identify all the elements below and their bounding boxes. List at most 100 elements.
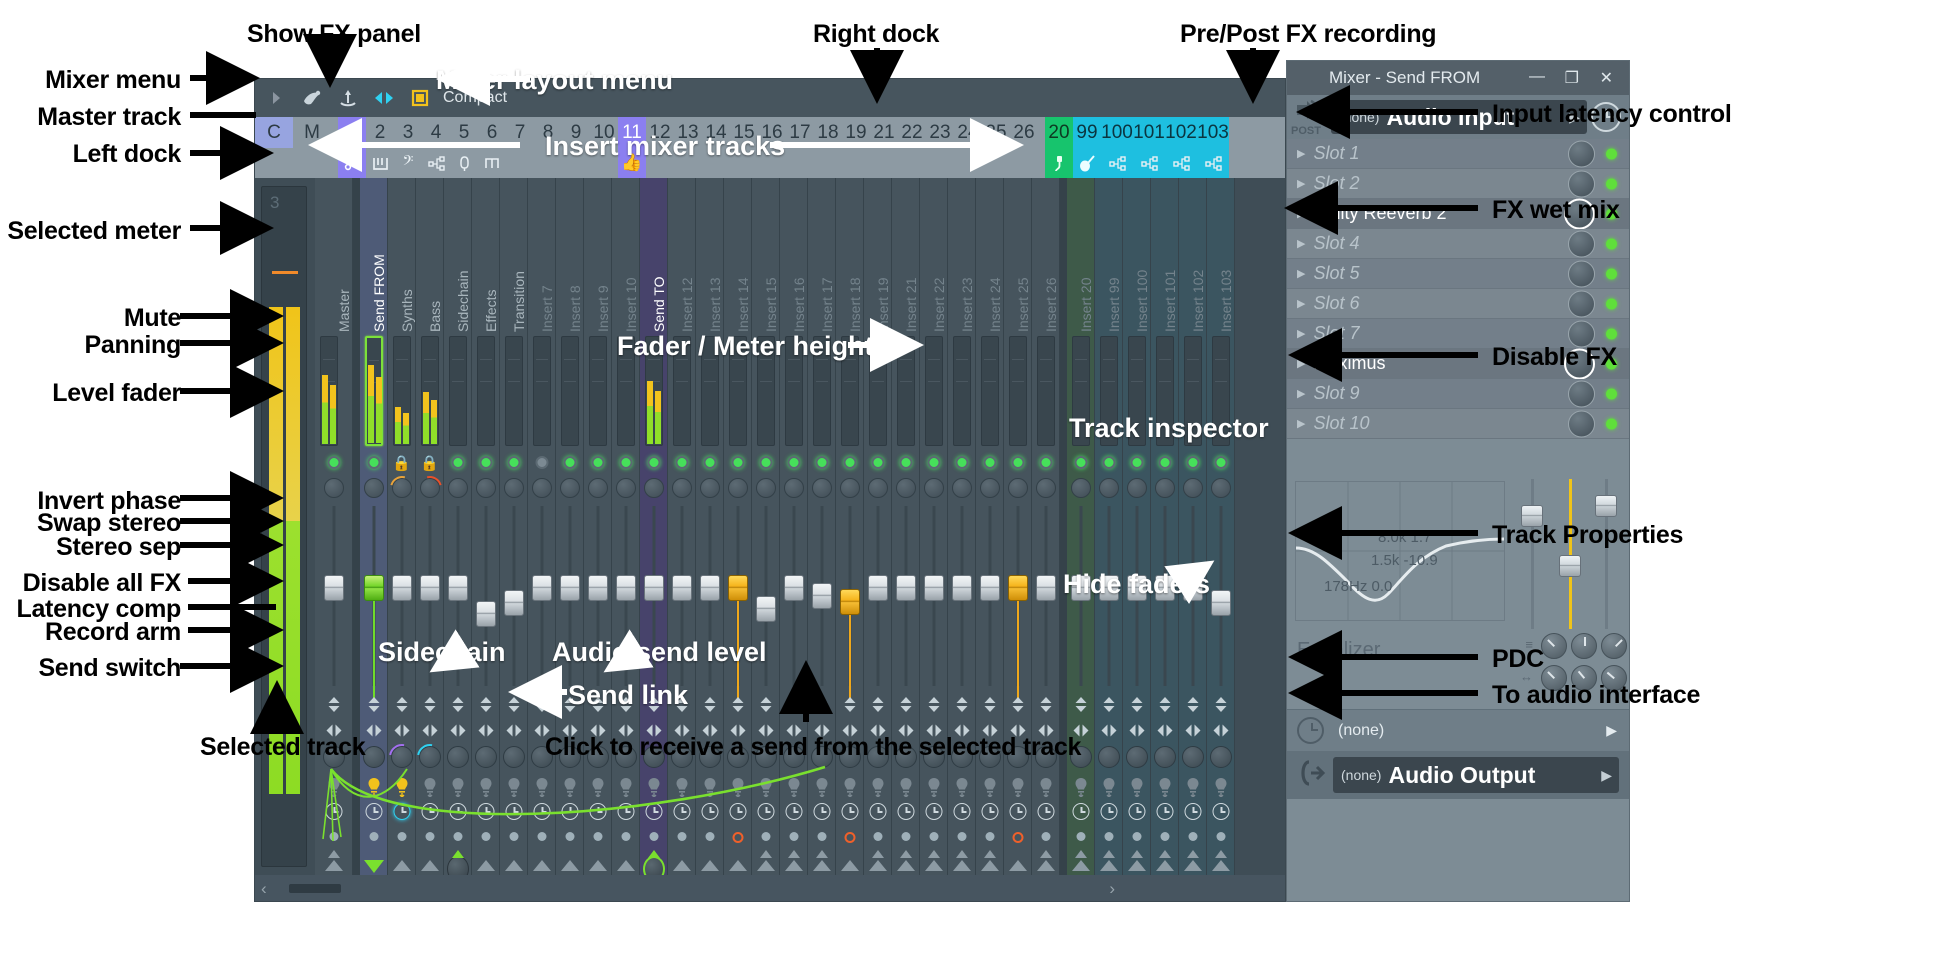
latency-compensation-button[interactable] <box>1128 803 1145 820</box>
send-switch[interactable] <box>505 860 523 871</box>
fx-slot-row[interactable]: ▶Slot 5 <box>1287 259 1629 289</box>
send-switch[interactable] <box>589 860 607 871</box>
send-switch-secondary[interactable] <box>328 850 340 858</box>
track-name[interactable]: Insert 13 <box>696 182 723 332</box>
track-name[interactable]: Insert 15 <box>752 182 779 332</box>
dock-mixer-strip[interactable]: Insert 99 <box>1095 178 1123 875</box>
track-number-23[interactable]: 23 <box>926 117 954 148</box>
panning-knob[interactable] <box>1036 478 1056 498</box>
mute-button[interactable] <box>759 456 772 469</box>
routing-icon[interactable] <box>1133 148 1165 178</box>
swap-stereo-button[interactable] <box>421 723 438 742</box>
invert-phase-button[interactable] <box>954 696 969 717</box>
send-switch-secondary[interactable] <box>1159 850 1171 858</box>
stereo-separation-knob[interactable] <box>1210 746 1232 768</box>
mute-button[interactable] <box>1130 456 1143 469</box>
slot-expand-icon[interactable]: ▶ <box>1297 357 1305 370</box>
invert-phase-button[interactable] <box>702 696 717 717</box>
bass-clef-icon[interactable]: 𝄢 <box>394 148 422 178</box>
mixer-strip[interactable]: Insert 8 <box>556 178 584 875</box>
track-icon-slot[interactable] <box>898 148 926 178</box>
fx-wet-mix-knob[interactable] <box>1568 170 1595 197</box>
level-fader[interactable] <box>532 575 552 601</box>
disable-fx-led[interactable] <box>1606 418 1617 429</box>
send-link-icon[interactable] <box>338 148 366 178</box>
disable-all-fx-button[interactable] <box>478 777 494 802</box>
level-fader[interactable] <box>952 575 972 601</box>
send-switch[interactable] <box>421 860 439 871</box>
slot-expand-icon[interactable]: ▶ <box>1297 297 1305 310</box>
equalizer-curve[interactable]: 178Hz 0.0 1.5k -10.9 8.0k 1.7 <box>1295 481 1505 621</box>
invert-phase-button[interactable] <box>506 696 521 717</box>
disable-all-fx-button[interactable] <box>926 777 942 802</box>
send-switch[interactable] <box>325 860 343 871</box>
panning-knob[interactable] <box>1099 478 1119 498</box>
invert-phase-button[interactable] <box>326 696 341 717</box>
inspector-titlebar[interactable]: Mixer - Send FROM — ❐ ✕ <box>1287 61 1629 95</box>
mixer-horizontal-scrollbar[interactable]: ‹ › <box>255 875 1285 901</box>
stereo-separation-knob[interactable] <box>1098 746 1120 768</box>
track-name[interactable]: Insert 17 <box>808 182 835 332</box>
fx-wet-mix-knob[interactable] <box>1568 140 1595 167</box>
swap-stereo-button[interactable] <box>1156 723 1173 742</box>
invert-phase-button[interactable] <box>1185 696 1200 717</box>
stereo-separation-knob[interactable] <box>363 746 385 768</box>
disable-all-fx-button[interactable] <box>1073 777 1089 802</box>
track-name[interactable]: Insert 14 <box>724 182 751 332</box>
level-fader[interactable] <box>1211 590 1231 616</box>
record-arm-button[interactable] <box>481 832 490 841</box>
level-fader[interactable] <box>588 575 608 601</box>
mute-button[interactable] <box>703 456 716 469</box>
invert-phase-button[interactable] <box>450 696 465 717</box>
track-number-21[interactable]: 21 <box>870 117 898 148</box>
level-fader[interactable] <box>504 590 524 616</box>
mixer-strip[interactable]: Insert 23 <box>948 178 976 875</box>
fx-slot-row[interactable]: ▶Slot 6 <box>1287 289 1629 319</box>
mixer-strip[interactable]: Insert 17 <box>808 178 836 875</box>
fx-slot-row[interactable]: ▶Slot 9 <box>1287 379 1629 409</box>
track-name[interactable]: Insert 23 <box>948 182 975 332</box>
level-fader[interactable] <box>812 583 832 609</box>
track-name[interactable]: Insert 102 <box>1179 182 1206 332</box>
fx-slot-name[interactable]: Slot 1 <box>1313 143 1359 164</box>
latency-compensation-button[interactable] <box>1212 803 1229 820</box>
disable-all-fx-button[interactable] <box>1157 777 1173 802</box>
disable-all-fx-button[interactable] <box>730 777 746 802</box>
track-name[interactable]: Master <box>315 182 352 332</box>
mute-button[interactable] <box>1158 456 1171 469</box>
latency-compensation-button[interactable] <box>589 803 606 820</box>
track-name[interactable]: Insert 16 <box>780 182 807 332</box>
invert-phase-button[interactable] <box>730 696 745 717</box>
track-name[interactable]: Insert 18 <box>836 182 863 332</box>
invert-phase-button[interactable] <box>366 696 381 717</box>
track-name[interactable]: Insert 9 <box>584 182 611 332</box>
send-switch[interactable] <box>785 860 803 871</box>
record-arm-button[interactable] <box>593 832 602 841</box>
eq-fader-handle-3[interactable] <box>1595 495 1617 517</box>
level-fader[interactable] <box>616 575 636 601</box>
disable-all-fx-button[interactable] <box>450 777 466 802</box>
mixer-strip[interactable]: Synths🔒 <box>388 178 416 875</box>
scroll-thumb[interactable] <box>289 884 341 893</box>
send-switch[interactable] <box>1156 860 1174 871</box>
track-name[interactable]: Sidechain <box>444 182 471 332</box>
record-arm-button[interactable] <box>453 832 462 841</box>
disable-all-fx-button[interactable] <box>394 777 410 802</box>
track-number-7[interactable]: 7 <box>506 117 534 148</box>
mute-button[interactable] <box>927 456 940 469</box>
latency-compensation-button[interactable] <box>813 803 830 820</box>
level-fader[interactable] <box>728 575 748 601</box>
send-switch-secondary[interactable] <box>900 850 912 858</box>
level-fader[interactable] <box>1008 575 1028 601</box>
send-switch[interactable] <box>673 860 691 871</box>
mixer-strip[interactable]: Insert 12 <box>668 178 696 875</box>
mixer-strip[interactable]: Insert 24 <box>976 178 1004 875</box>
latency-compensation-button[interactable] <box>897 803 914 820</box>
invert-phase-button[interactable] <box>758 696 773 717</box>
track-number-24[interactable]: 24 <box>954 117 982 148</box>
latency-compensation-button[interactable] <box>477 803 494 820</box>
invert-phase-button[interactable] <box>534 696 549 717</box>
disable-all-fx-button[interactable] <box>1129 777 1145 802</box>
mute-button[interactable] <box>451 456 464 469</box>
send-switch-secondary[interactable] <box>1187 850 1199 858</box>
